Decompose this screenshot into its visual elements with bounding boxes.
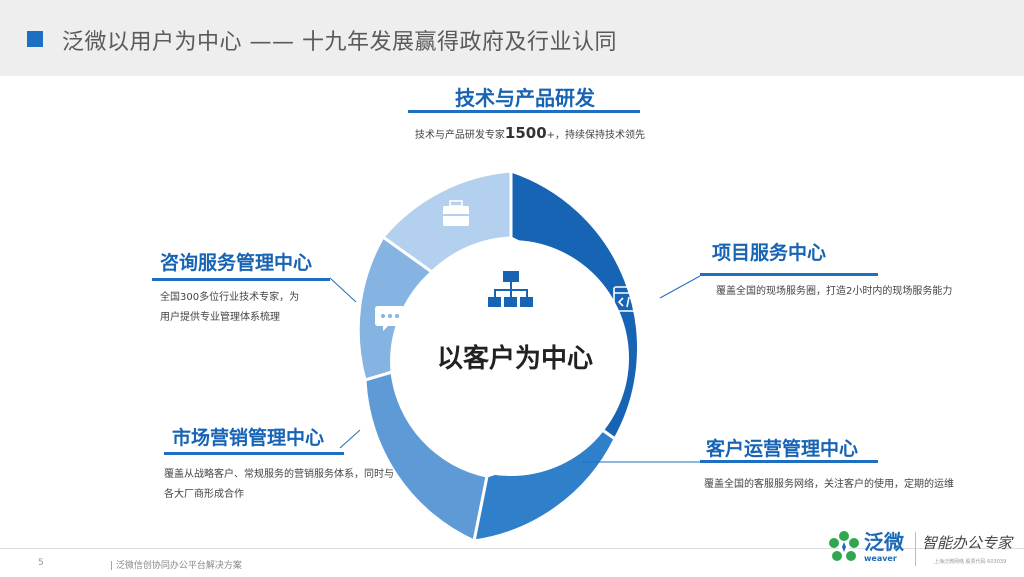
page-number: 5 <box>38 558 44 568</box>
ops-desc: 覆盖全国的客服服务网络，关注客户的使用，定期的运维 <box>704 475 954 495</box>
connector-project <box>659 275 701 299</box>
marketing-desc-line1: 覆盖从战略客户、常规服务的营销服务体系，同时与 <box>164 469 394 480</box>
connector-consult <box>329 277 357 303</box>
marketing-desc-line2: 各大厂商形成合作 <box>164 489 244 500</box>
consult-desc-line1: 全国300多位行业技术专家，为 <box>160 292 300 303</box>
marketing-underline <box>164 452 344 455</box>
ops-underline <box>700 460 878 463</box>
consult-title: 咨询服务管理中心 <box>160 252 313 274</box>
project-desc-line1: 覆盖全国的现场服务圈，打造2小时内的现场服务能力 <box>716 286 953 297</box>
consult-desc: 全国300多位行业技术专家，为 用户提供专业管理体系梳理 <box>160 288 299 328</box>
marketing-desc: 覆盖从战略客户、常规服务的营销服务体系，同时与 各大厂商形成合作 <box>164 465 394 505</box>
marketing-title: 市场营销管理中心 <box>172 427 325 449</box>
consult-underline <box>152 278 330 281</box>
connector-market <box>339 429 361 449</box>
consult-desc-line2: 用户提供专业管理体系梳理 <box>160 312 280 323</box>
center-label: 以客户为中心 <box>436 344 593 374</box>
project-title: 项目服务中心 <box>712 242 827 264</box>
footer-text: | 泛微信创协同办公平台解决方案 <box>110 561 242 571</box>
company-logo: 泛微 weaver 智能办公专家 上海泛微网络 股票代码 603039 <box>826 524 1016 574</box>
project-desc: 覆盖全国的现场服务圈，打造2小时内的现场服务能力 <box>716 282 952 302</box>
logo-slogan: 智能办公专家 <box>922 534 1013 552</box>
weaver-flower-icon <box>829 531 859 561</box>
logo-brand-text: 泛微 <box>864 530 904 554</box>
logo-brand-en: weaver <box>864 554 897 563</box>
logo-small-text: 上海泛微网络 股票代码 603039 <box>934 559 1007 565</box>
logo-separator <box>915 532 916 566</box>
project-underline <box>700 273 878 276</box>
ops-desc-line1: 覆盖全国的客服服务网络，关注客户的使用，定期的运维 <box>704 479 954 490</box>
ops-title: 客户运营管理中心 <box>706 438 859 460</box>
